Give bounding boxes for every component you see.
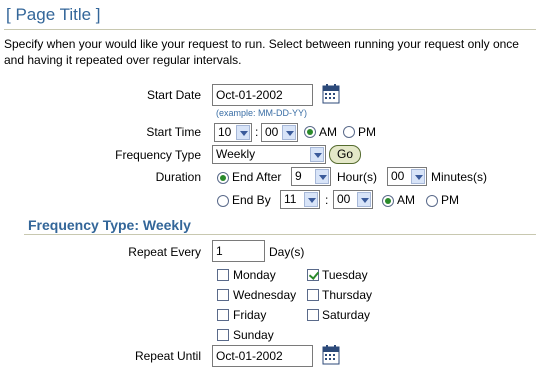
end-after-minutes-select[interactable]: 00 <box>387 167 427 186</box>
wednesday-checkbox[interactable] <box>217 289 229 301</box>
monday-label: Monday <box>233 268 276 282</box>
repeat-until-input[interactable]: Oct-01-2002 <box>212 345 313 367</box>
chevron-down-icon <box>315 169 329 184</box>
chevron-down-icon <box>357 192 371 207</box>
start-time-hour-select[interactable]: 10 <box>214 123 252 142</box>
end-after-hours-select[interactable]: 9 <box>291 167 331 186</box>
tuesday-checkbox[interactable] <box>307 269 319 281</box>
end-by-pm-label: PM <box>441 193 459 207</box>
thursday-checkbox[interactable] <box>307 289 319 301</box>
end-by-am-label: AM <box>397 193 415 207</box>
calendar-icon[interactable] <box>322 345 340 368</box>
saturday-label: Saturday <box>322 308 371 322</box>
start-time-am-label: AM <box>319 125 337 139</box>
page-title: [ Page Title ] <box>6 5 101 24</box>
tuesday-label: Tuesday <box>322 268 368 282</box>
instructions-text: Specify when your would like your reques… <box>4 37 519 67</box>
go-button[interactable]: Go <box>329 145 361 164</box>
chevron-down-icon <box>282 125 296 140</box>
friday-label: Friday <box>233 308 267 322</box>
start-date-hint: (example: MM-DD-YY) <box>216 108 308 118</box>
end-after-label: End After <box>232 170 282 184</box>
start-time-label: Start Time <box>146 125 201 139</box>
end-after-hours-value: 9 <box>295 169 302 183</box>
end-by-hour-value: 11 <box>284 192 297 206</box>
start-time-hour-value: 10 <box>218 125 232 139</box>
end-by-label: End By <box>232 193 271 207</box>
repeat-every-label: Repeat Every <box>128 245 201 259</box>
thursday-label: Thursday <box>322 288 373 302</box>
sunday-checkbox[interactable] <box>217 329 229 341</box>
start-time-pm-label: PM <box>358 125 376 139</box>
friday-checkbox[interactable] <box>217 309 229 321</box>
chevron-down-icon <box>310 147 324 162</box>
end-by-minute-value: 00 <box>337 192 351 206</box>
section-title: Frequency Type: Weekly <box>28 217 191 233</box>
end-after-radio[interactable] <box>217 172 229 184</box>
chevron-down-icon <box>236 125 250 140</box>
chevron-down-icon <box>411 169 425 184</box>
title-divider <box>4 29 536 30</box>
start-time-minute-select[interactable]: 00 <box>261 123 298 142</box>
end-by-hour-select[interactable]: 11 <box>280 190 320 209</box>
hours-label: Hour(s) <box>337 170 378 184</box>
sunday-label: Sunday <box>233 328 274 342</box>
monday-checkbox[interactable] <box>217 269 229 281</box>
start-date-label: Start Date <box>146 88 201 102</box>
end-by-separator: : <box>325 193 329 207</box>
chevron-down-icon <box>304 192 318 207</box>
wednesday-label: Wednesday <box>233 288 297 302</box>
end-by-pm-radio[interactable] <box>426 195 438 207</box>
section-divider <box>24 234 536 235</box>
end-by-radio[interactable] <box>217 195 229 207</box>
repeat-every-unit: Day(s) <box>269 245 305 259</box>
minutes-label: Minutes(s) <box>431 170 488 184</box>
saturday-checkbox[interactable] <box>307 309 319 321</box>
start-time-pm-radio[interactable] <box>343 126 355 138</box>
duration-label: Duration <box>155 170 201 184</box>
start-time-minute-value: 00 <box>265 125 279 139</box>
end-by-am-radio[interactable] <box>382 195 394 207</box>
frequency-type-value: Weekly <box>216 147 256 161</box>
time-separator: : <box>255 125 259 139</box>
frequency-type-label: Frequency Type <box>115 148 201 162</box>
repeat-until-label: Repeat Until <box>134 349 201 363</box>
end-after-minutes-value: 00 <box>391 169 405 183</box>
frequency-type-select[interactable]: Weekly <box>212 145 326 164</box>
start-date-input[interactable]: Oct-01-2002 <box>212 84 313 106</box>
repeat-every-input[interactable]: 1 <box>212 240 265 262</box>
calendar-icon[interactable] <box>322 84 340 107</box>
start-time-am-radio[interactable] <box>304 126 316 138</box>
end-by-minute-select[interactable]: 00 <box>333 190 373 209</box>
